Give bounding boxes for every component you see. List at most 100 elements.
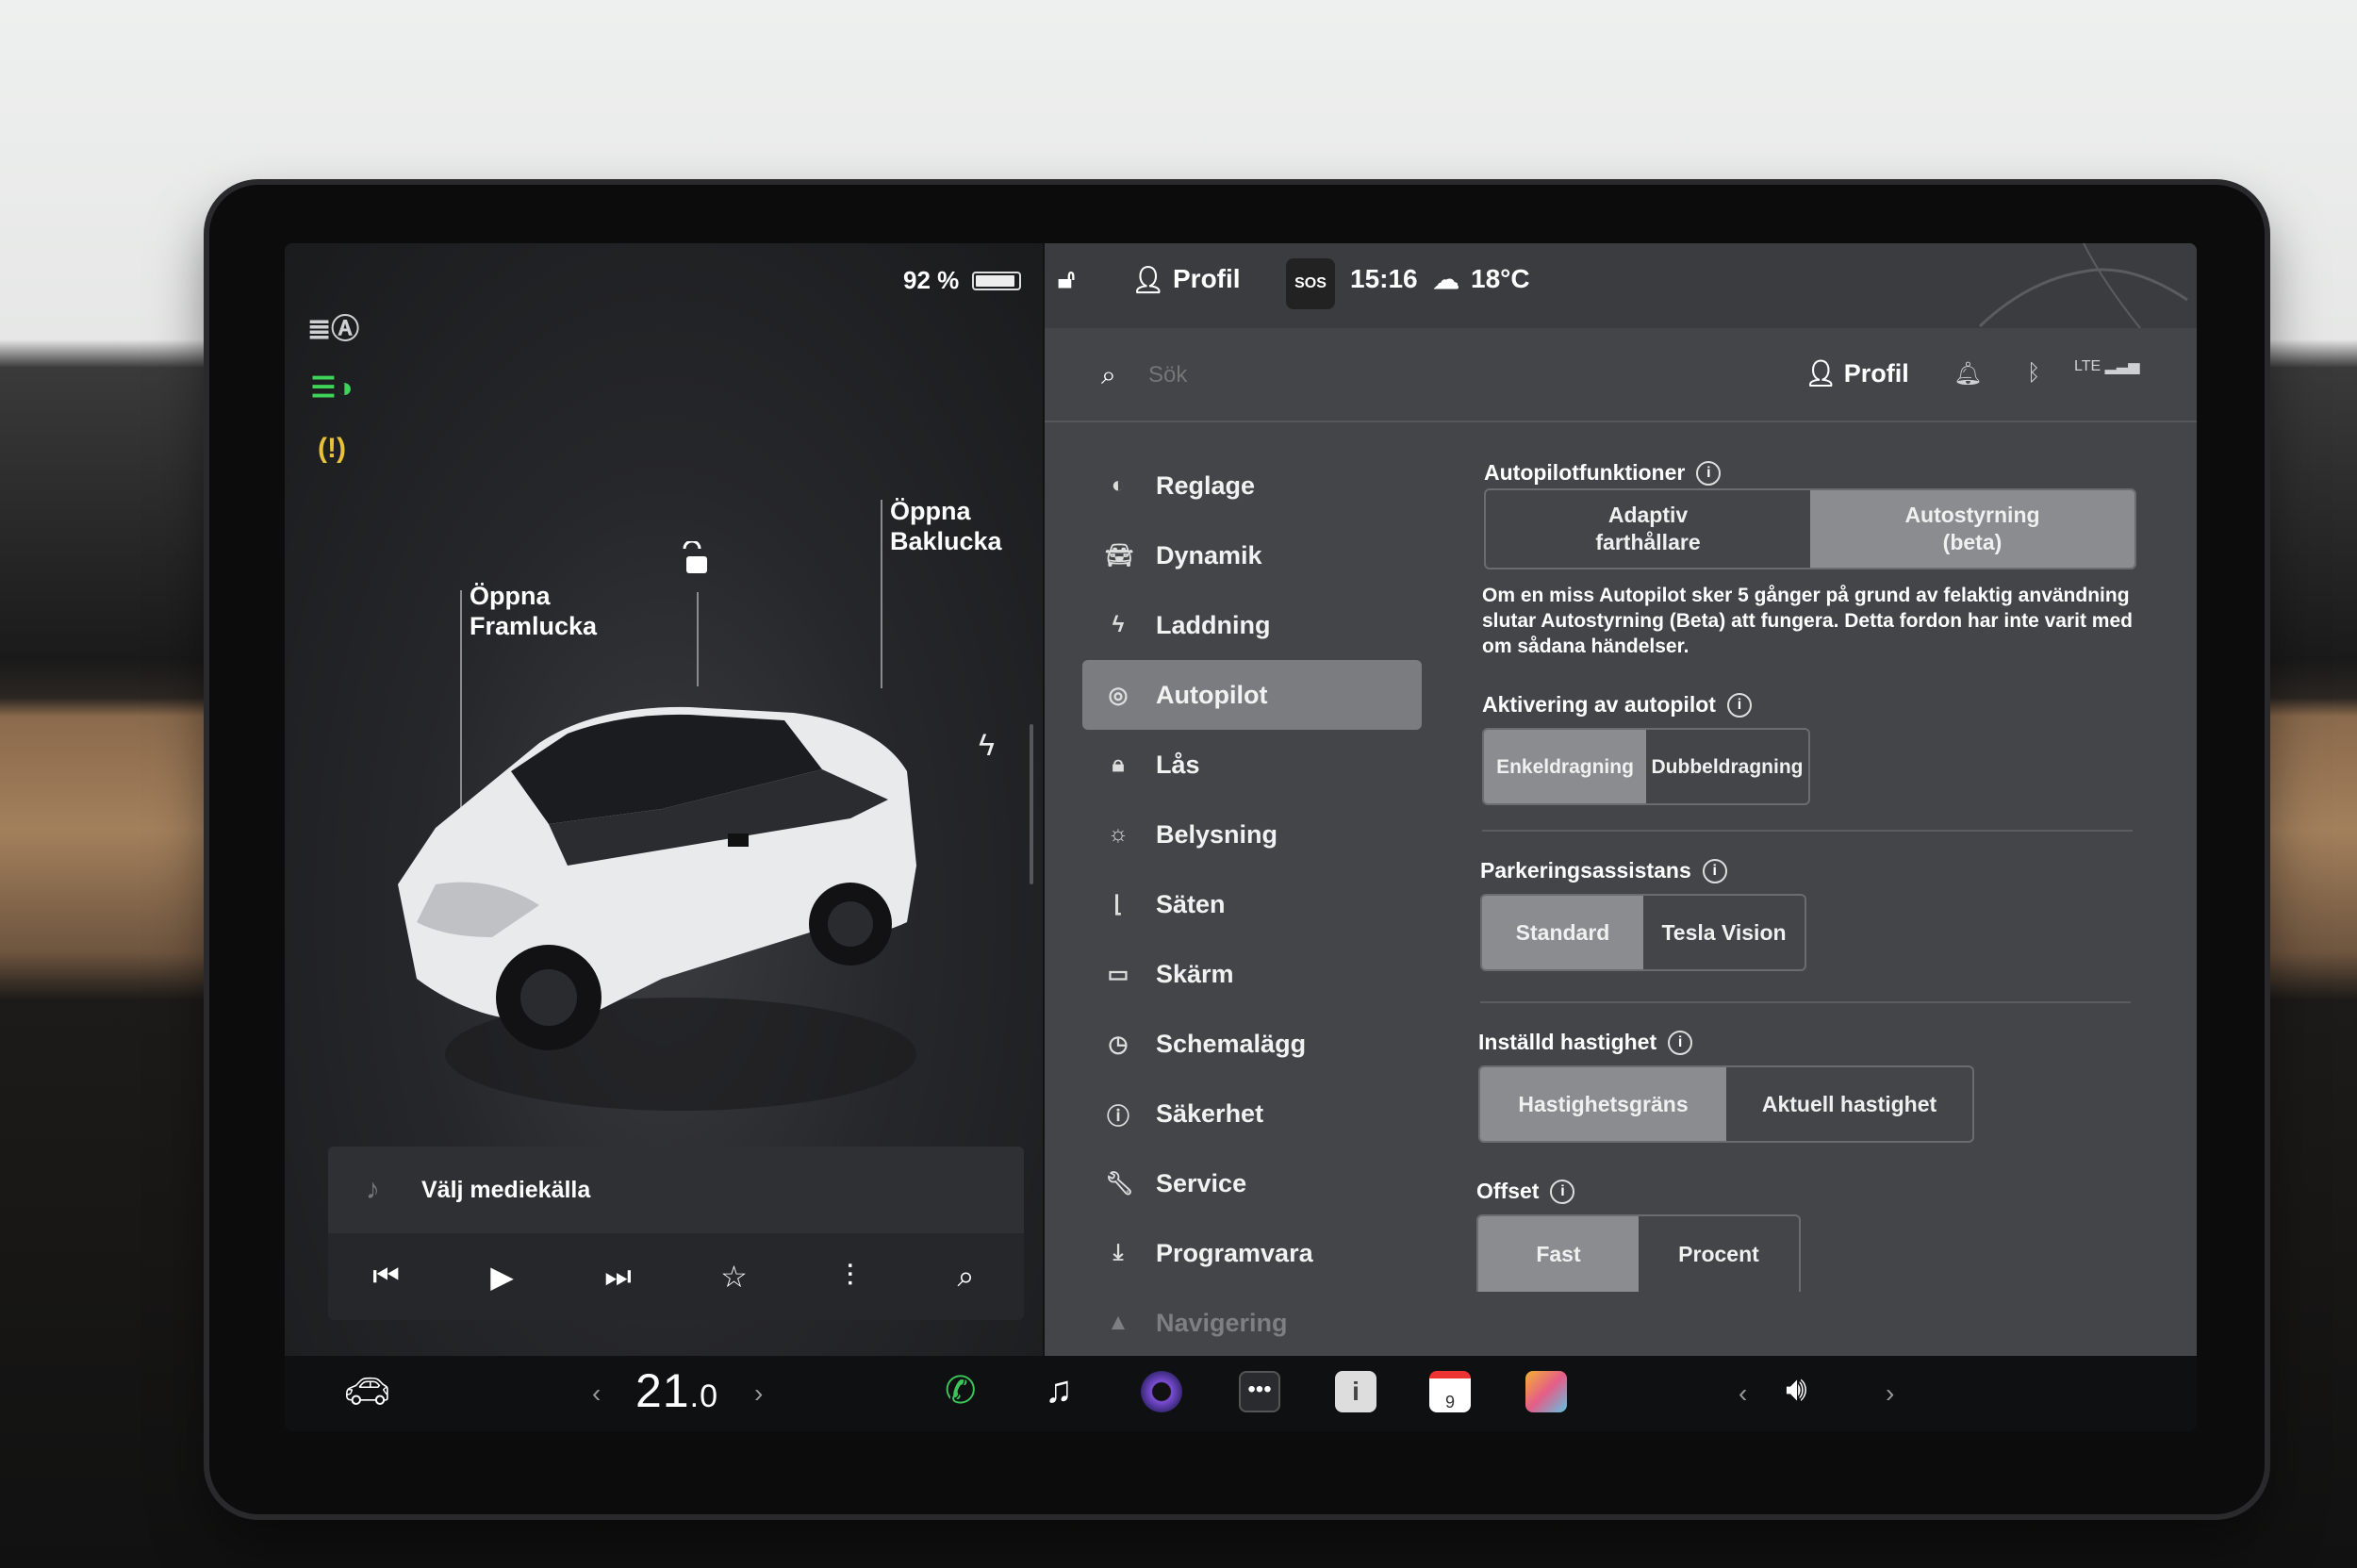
volume-down-chevron-icon[interactable]: ‹ [1739,1378,1747,1409]
touchscreen: 92 % ≣Ⓐ ☰◑ (!) Öppna Framlucka Öppna Bak… [285,243,2197,1431]
clock: 15:16 [1350,264,1418,293]
info-icon[interactable]: i [1668,1030,1693,1055]
option-current-speed[interactable]: Aktuell hastighet [1726,1067,1972,1141]
map-preview[interactable] [1970,243,2197,328]
nav-item-schemalagg[interactable]: ◷ Schemalägg [1082,1009,1422,1079]
nav-item-skarm[interactable]: ▭ Skärm [1082,939,1422,1009]
previous-track-icon[interactable]: ⏮ [358,1259,415,1295]
nav-item-belysning[interactable]: ☼ Belysning [1082,800,1422,869]
manual-info-icon[interactable]: i [1335,1371,1376,1412]
media-source-label: Välj mediekälla [421,1176,591,1203]
next-track-icon[interactable]: ⏭ [590,1259,647,1295]
nav-item-reglage[interactable]: ◐ Reglage [1082,451,1422,520]
volume-speaker-icon[interactable]: 🔊︎ [1786,1369,1807,1410]
autopilot-activation-title: Aktivering av autopilot i [1482,692,1752,718]
nav-item-dynamik[interactable]: 🚘︎ Dynamik [1082,520,1422,590]
toybox-app-icon[interactable] [1525,1371,1567,1412]
autopilot-strike-description: Om en miss Autopilot sker 5 gånger på gr… [1482,585,2133,657]
media-search-icon[interactable]: ⌕ [938,1259,995,1295]
play-icon[interactable]: ▶ [474,1259,531,1295]
profile-button[interactable]: 👤︎ Profil [1805,358,1909,388]
option-adaptive-cruise[interactable]: Adaptiv farthållare [1486,490,1810,568]
nav-item-sakerhet[interactable]: ⓘ Säkerhet [1082,1079,1422,1148]
unlock-icon[interactable] [677,541,715,579]
car-view-pane: 92 % ≣Ⓐ ☰◑ (!) Öppna Framlucka Öppna Bak… [285,243,1043,1356]
nav-label: Skärm [1156,959,1234,988]
temp-increase-chevron-icon[interactable]: › [754,1378,763,1409]
more-apps-icon[interactable]: ••• [1239,1371,1280,1412]
wrench-icon: 🔧︎ [1105,1170,1134,1197]
option-autosteer[interactable]: Autostyrning (beta) [1810,490,2134,568]
settings-pane: 🔓︎ 👤︎ Profil SOS 15:16 ☁ 18°C ⌕ 👤︎ Profi… [1045,243,2197,1356]
nav-label: Autopilot [1156,680,1268,709]
navigation-icon: ▲ [1107,1310,1129,1335]
download-icon: ⤓ [1113,1240,1124,1265]
option-standard[interactable]: Standard [1482,896,1643,969]
nav-label: Säten [1156,889,1226,918]
section-divider [1482,830,2133,832]
open-frunk-button[interactable]: Öppna Framlucka [470,581,639,641]
info-icon[interactable]: i [1550,1179,1575,1204]
option-percent[interactable]: Procent [1639,1216,1799,1292]
search-icon: ⌕ [1101,360,1116,389]
nav-item-laddning[interactable]: ϟ Laddning [1082,590,1422,660]
nav-item-service[interactable]: 🔧︎ Service [1082,1148,1422,1218]
parking-assist-label: Parkeringsassistans [1480,858,1691,883]
option-tesla-vision[interactable]: Tesla Vision [1643,896,1805,969]
option-fixed[interactable]: Fast [1478,1216,1639,1292]
nav-label: Belysning [1156,819,1278,849]
bolt-icon: ϟ [1112,612,1125,637]
option-speed-limit[interactable]: Hastighetsgräns [1480,1067,1726,1141]
car-model-image [398,706,916,1111]
calendar-day: 9 [1444,1393,1455,1411]
settings-search-input[interactable] [1148,356,1525,394]
display-icon: ▭ [1107,961,1129,987]
phone-icon[interactable]: ✆ [945,1369,977,1412]
media-source-row[interactable]: ♪ Välj mediekälla [328,1147,1024,1233]
nav-item-programvara[interactable]: ⤓ Programvara [1082,1218,1422,1288]
temp-decrease-chevron-icon[interactable]: ‹ [592,1378,601,1409]
notification-bell-icon[interactable]: 🔔︎ [1953,360,1982,388]
nav-label: Reglage [1156,470,1256,500]
profile-button-label: Profil [1843,359,1909,388]
option-single-pull[interactable]: Enkeldragning [1484,730,1646,803]
music-app-icon[interactable]: ♫ [1045,1369,1073,1411]
favorite-star-icon[interactable]: ☆ [706,1259,763,1295]
music-note-icon: ♪ [366,1174,380,1205]
cabin-temperature[interactable]: 21.0 [635,1363,718,1418]
info-icon[interactable]: i [1696,460,1722,486]
car-controls-icon[interactable]: 🚗︎ [343,1369,391,1413]
calendar-app-icon[interactable]: 9 [1429,1371,1471,1412]
outside-temperature: 18°C [1471,264,1530,293]
section-divider [1480,1001,2131,1003]
autopilot-activation-label: Aktivering av autopilot [1482,692,1716,717]
nav-item-navigering[interactable]: ▲ Navigering [1082,1288,1422,1358]
nav-label: Dynamik [1156,540,1262,569]
settings-header: ⌕ 👤︎ Profil 🔔︎ ᛒ LTE ▂▃▅ [1045,328,2197,422]
nav-item-saten[interactable]: ⌊ Säten [1082,869,1422,939]
camera-app-icon[interactable] [1141,1371,1182,1412]
set-speed-label: Inställd hastighet [1478,1030,1657,1054]
parking-assist-title: Parkeringsassistans i [1480,858,1727,883]
bluetooth-icon[interactable]: ᛒ [2027,360,2040,387]
car-view-scrollbar[interactable] [1030,724,1033,884]
toggle-icon: ◐ [1111,472,1126,498]
autopilot-features-label: Autopilotfunktioner [1484,460,1686,485]
battery-status: 92 % [903,266,1022,295]
equalizer-icon[interactable]: ⫶ [822,1259,879,1295]
lte-label: LTE [2074,358,2102,374]
open-trunk-button[interactable]: Öppna Baklucka [890,496,1060,556]
nav-item-las[interactable]: 🔒︎ Lås [1082,730,1422,800]
volume-up-chevron-icon[interactable]: › [1886,1378,1894,1409]
steering-wheel-icon: ◎ [1108,682,1129,708]
auto-headlights-icon: ≣Ⓐ [307,314,360,345]
info-icon[interactable]: i [1702,858,1727,883]
sos-button[interactable]: SOS [1286,258,1335,309]
lock-status-icon[interactable]: 🔓︎ [1058,264,1075,295]
info-icon[interactable]: i [1726,692,1752,718]
parking-lights-icon: ☰◑ [310,372,354,404]
top-profile-button[interactable]: Profil [1173,264,1241,294]
nav-item-autopilot[interactable]: ◎ Autopilot [1082,660,1422,730]
option-double-pull[interactable]: Dubbeldragning [1646,730,1808,803]
lock-icon: 🔒︎ [1112,751,1125,777]
